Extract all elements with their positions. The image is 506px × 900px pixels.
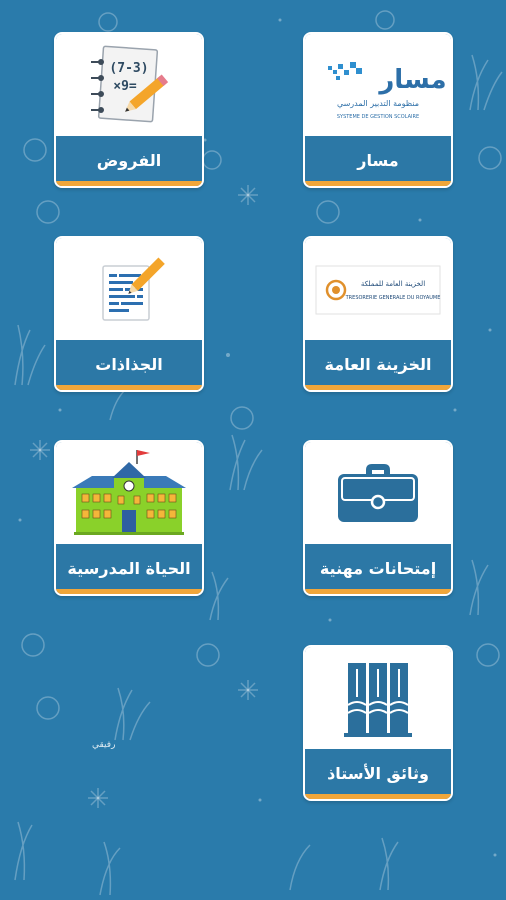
tile-teacher-documents[interactable]: وثائق الأستاذ: [303, 645, 453, 801]
tile-accent-bar: [305, 589, 451, 594]
tile-label: الجذاذات: [95, 354, 163, 374]
math-text-line-2: ×9=: [113, 79, 137, 94]
school-building-icon: [72, 449, 186, 535]
tile-label: مسار: [357, 150, 399, 170]
treasury-logo-icon: الخزينة العامة للمملكة TRESORERIE GENERA…: [315, 265, 441, 315]
tile-image: [305, 442, 451, 544]
tile-image: مسار منظومة التدبير المدرسي SYSTEME DE G…: [305, 34, 451, 136]
tile-school-life[interactable]: الحياة المدرسية: [54, 440, 204, 596]
massar-logo-caption: SYSTEME DE GESTION SCOLAIRE: [337, 114, 419, 120]
footer-watermark-text: رفيقي: [92, 740, 116, 750]
massar-logo-subtitle: منظومة التدبير المدرسي: [337, 99, 419, 108]
tile-accent-bar: [305, 385, 451, 390]
briefcase-icon: [338, 464, 418, 522]
tile-image: الخزينة العامة للمملكة TRESORERIE GENERA…: [305, 238, 451, 340]
tile-image: [56, 238, 202, 340]
books-icon: [344, 663, 412, 737]
tile-label: إمتحانات مهنية: [319, 558, 437, 578]
tile-massar[interactable]: مسار منظومة التدبير المدرسي SYSTEME DE G…: [303, 32, 453, 188]
tile-label: الفروض: [96, 150, 162, 170]
tile-furud[interactable]: (7-3) ×9= الفروض: [54, 32, 204, 188]
notebook-math-icon: (7-3) ×9=: [91, 45, 169, 123]
document-pencil-icon: [102, 257, 165, 321]
tile-accent-bar: [305, 794, 451, 799]
tile-accent-bar: [56, 385, 202, 390]
tile-accent-bar: [305, 181, 451, 186]
tile-jadhadhat[interactable]: الجذاذات: [54, 236, 204, 392]
tile-image: [305, 647, 451, 749]
tile-image: (7-3) ×9=: [56, 34, 202, 136]
massar-logo-icon: مسار منظومة التدبير المدرسي SYSTEME DE G…: [328, 62, 447, 120]
tile-image: [56, 442, 202, 544]
tile-label: الخزينة العامة: [324, 354, 432, 374]
tile-professional-exams[interactable]: إمتحانات مهنية: [303, 440, 453, 596]
massar-logo-title: مسار: [377, 65, 446, 95]
tile-accent-bar: [56, 181, 202, 186]
math-text-line-1: (7-3): [109, 61, 148, 76]
tile-treasury[interactable]: الخزينة العامة للمملكة TRESORERIE GENERA…: [303, 236, 453, 392]
treasury-logo-caption: TRESORERIE GENERALE DU ROYAUME: [345, 295, 441, 301]
tile-label: وثائق الأستاذ: [327, 763, 429, 783]
tile-label: الحياة المدرسية: [67, 558, 191, 578]
tile-accent-bar: [56, 589, 202, 594]
treasury-logo-title: الخزينة العامة للمملكة: [361, 280, 425, 288]
